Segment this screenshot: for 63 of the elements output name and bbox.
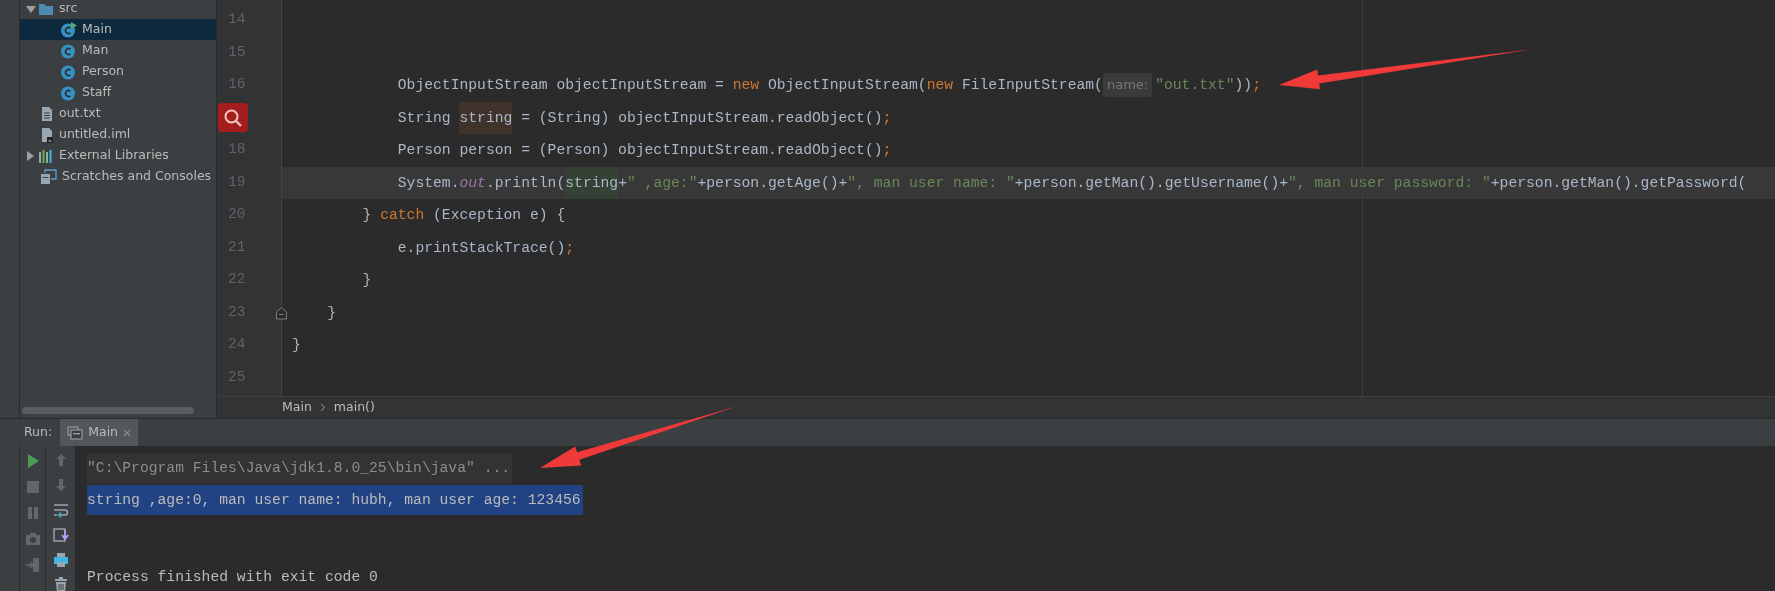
parameter-hint: name:	[1102, 73, 1153, 98]
code-text: +	[618, 173, 627, 193]
code-text: }	[292, 336, 301, 355]
tree-item[interactable]: Staff	[20, 82, 216, 103]
run-tab[interactable]: Main	[60, 419, 139, 446]
code-text: .println(	[485, 173, 566, 193]
code-text: }	[361, 271, 372, 290]
code-text: +person.getMan().getPassword(	[1490, 173, 1747, 193]
tree-item[interactable]: Scratches and Consoles	[20, 166, 216, 187]
code-keyword: ;	[1252, 76, 1261, 95]
scrollbar-thumb[interactable]	[22, 407, 194, 414]
code-text: ObjectInputStream objectInputStream =	[396, 76, 725, 95]
chevron-icon	[319, 403, 326, 412]
breadcrumb[interactable]: Main	[282, 398, 312, 417]
tree-item[interactable]: untitled.iml	[20, 124, 216, 145]
code-keyword: ;	[882, 108, 892, 128]
code-text: ObjectInputStream(	[766, 76, 927, 95]
code-text: +person.getMan().getUsername()+	[1014, 173, 1289, 193]
code-string: ", man user name: "	[847, 173, 1015, 193]
code-text: +person.getAge()+	[697, 173, 848, 193]
code-string: " ,age:"	[626, 173, 698, 193]
code-text: }	[361, 206, 373, 225]
close-icon	[123, 428, 132, 437]
class-icon	[60, 63, 77, 80]
breadcrumb[interactable]: main()	[333, 398, 375, 417]
console-icon	[67, 425, 84, 440]
code-field: out	[459, 166, 486, 199]
code-keyword: catch	[380, 206, 425, 225]
code-keyword: ;	[565, 238, 575, 258]
class-icon	[60, 21, 77, 38]
code-text: = (String) objectInputStream.readObject()	[520, 108, 883, 128]
tree-item[interactable]: out.txt	[20, 103, 216, 124]
libraries-icon	[38, 148, 54, 163]
console-line: Process finished with exit code 0	[87, 568, 379, 587]
code-text: e.printStackTrace()	[396, 238, 566, 258]
module-file-icon	[40, 126, 54, 143]
code-variable: string	[565, 166, 619, 199]
panel-label: Run:	[23, 423, 54, 442]
code-text: }	[326, 303, 337, 323]
tree-item[interactable]: Man	[20, 40, 216, 61]
folder-icon	[38, 1, 54, 16]
tree-item[interactable]: External Libraries	[20, 145, 216, 166]
tree-item[interactable]: src	[20, 0, 216, 19]
tree-item[interactable]: Person	[20, 61, 216, 82]
code-text: ))	[1234, 76, 1253, 95]
code-text: Person person = (Person) objectInputStream.readObject()	[396, 141, 883, 160]
scroll-to-end-icon[interactable]	[50, 526, 71, 544]
code-variable: string	[459, 101, 513, 134]
search-marker-icon[interactable]	[218, 103, 248, 133]
code-string: ", man user password: "	[1288, 173, 1491, 193]
code-text: System.	[396, 173, 460, 193]
code-keyword: new	[926, 76, 954, 95]
code-keyword: ;	[882, 141, 892, 160]
class-icon	[60, 84, 77, 101]
code-text: String	[396, 108, 452, 128]
scratches-icon	[40, 169, 57, 184]
code-text: (Exception e) {	[432, 206, 566, 225]
file-icon	[40, 105, 54, 122]
code-text: FileInputStream(	[960, 76, 1103, 95]
class-icon	[60, 42, 77, 59]
code-string: "out.txt"	[1155, 76, 1235, 95]
code-keyword: new	[732, 76, 760, 95]
tree-item[interactable]: Main	[20, 19, 216, 40]
